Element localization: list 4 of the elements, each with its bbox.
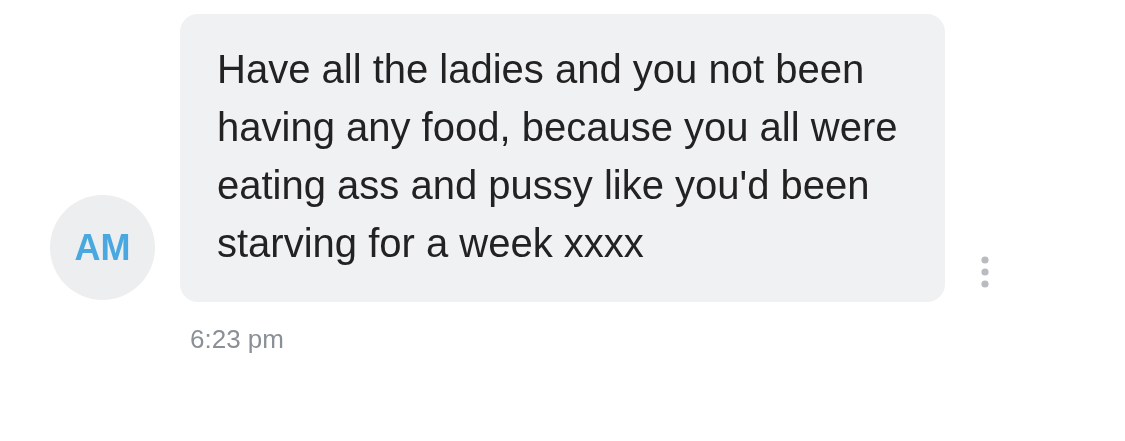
message-time: 6:23 pm xyxy=(190,324,284,355)
avatar: AM xyxy=(50,195,155,300)
message-bubble: Have all the ladies and you not been having any food, because you all were eating ass and pussy like you'd been starving for a week xxxx xyxy=(180,14,945,302)
more-options-icon[interactable] xyxy=(981,256,989,288)
